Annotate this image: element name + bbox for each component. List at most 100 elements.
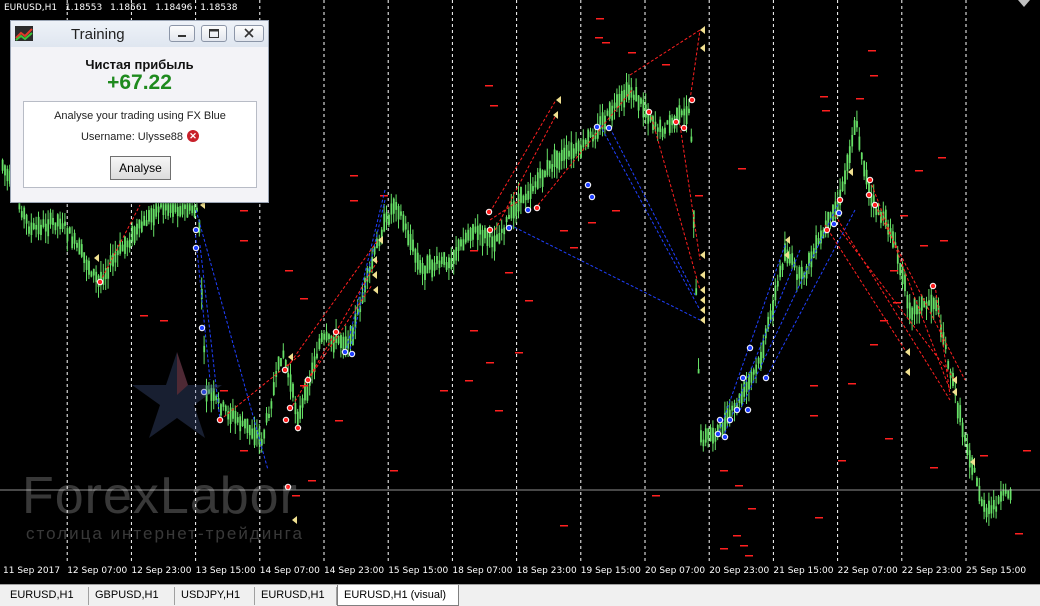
app-chart-icon <box>15 26 33 41</box>
order-level-marker <box>868 50 876 52</box>
order-level-marker <box>240 210 248 212</box>
order-level-marker <box>748 508 756 510</box>
chart-symbol: EURUSD,H1 <box>4 3 58 13</box>
close-button[interactable] <box>234 25 264 42</box>
chart-tab[interactable]: EURUSD,H1 <box>4 587 89 605</box>
candle-body <box>865 169 868 185</box>
order-close-arrow-icon <box>905 368 910 376</box>
sell-order-icon <box>837 197 843 203</box>
terminal-window: EURUSD,H1 1.18553 1.18561 1.18496 1.1853… <box>0 0 1040 606</box>
order-close-arrow-icon <box>288 353 293 361</box>
candle-body <box>956 402 959 419</box>
order-close-arrow-icon <box>700 316 705 324</box>
sell-order-icon <box>534 205 540 211</box>
training-dialog[interactable]: Training Чистая прибыль +67.22 Analyse y… <box>10 20 269 203</box>
candle-body <box>992 499 995 510</box>
candle-body <box>241 420 244 427</box>
sell-order-icon <box>97 279 103 285</box>
candle-body <box>445 262 448 270</box>
candle-body <box>700 430 702 443</box>
candle-body <box>294 403 297 415</box>
chart-tab[interactable]: GBPUSD,H1 <box>89 587 175 605</box>
buy-trade-line <box>599 124 701 311</box>
time-axis-label: 22 Sep 23:00 <box>901 566 962 576</box>
candle-body <box>35 224 38 230</box>
sell-order-icon <box>930 283 936 289</box>
candle-body <box>354 313 357 329</box>
candle-body <box>440 256 443 265</box>
minimize-button[interactable] <box>169 25 195 42</box>
order-level-marker <box>838 460 846 462</box>
candle-body <box>966 443 969 455</box>
candle-body <box>913 298 916 315</box>
dialog-titlebar[interactable]: Training <box>11 21 268 47</box>
buy-trade-line <box>349 199 386 351</box>
candle-body <box>541 170 544 187</box>
buy-order-icon <box>199 325 205 331</box>
buy-order-icon <box>831 221 837 227</box>
order-level-marker <box>140 315 148 317</box>
candle-body <box>944 345 947 350</box>
candle-body <box>611 105 614 121</box>
candle-body <box>661 128 664 138</box>
order-level-marker <box>820 96 828 98</box>
candle-body <box>774 285 777 301</box>
candle-body <box>121 244 124 252</box>
order-level-marker <box>810 415 818 417</box>
error-x-icon[interactable]: ✕ <box>187 130 200 142</box>
chart-tab[interactable]: USDJPY,H1 <box>175 587 255 605</box>
analyse-button[interactable]: Analyse <box>110 156 171 180</box>
candle-body <box>695 288 698 295</box>
candle-body <box>462 239 465 251</box>
time-axis-label: 20 Sep 07:00 <box>645 566 706 576</box>
candle-body <box>616 94 618 108</box>
candle-body <box>88 260 90 275</box>
candle-body <box>251 428 254 439</box>
candle-body <box>49 212 52 225</box>
candle-body <box>779 265 782 278</box>
candle-body <box>191 205 194 214</box>
candle-body <box>565 144 568 160</box>
candle-body <box>184 204 186 210</box>
order-level-marker <box>628 52 636 54</box>
chart-tab[interactable]: EURUSD,H1 <box>255 587 337 605</box>
candle-body <box>510 201 513 219</box>
sell-order-icon <box>824 227 830 233</box>
candle-body <box>460 239 462 247</box>
chart-close: 1.18538 <box>200 3 238 13</box>
candle-body <box>464 232 467 243</box>
candle-body <box>656 127 659 132</box>
sell-order-icon <box>689 97 695 103</box>
candle-body <box>4 165 6 176</box>
candle-body <box>697 369 700 374</box>
sell-trade-line <box>679 124 701 261</box>
candle-body <box>246 418 249 433</box>
sell-order-icon <box>305 377 311 383</box>
chart-tab[interactable]: EURUSD,H1 (visual) <box>337 585 459 606</box>
candle-body <box>323 333 326 340</box>
candle-body <box>373 246 376 255</box>
minimize-icon <box>178 35 186 37</box>
candle-body <box>666 120 669 125</box>
candle-body <box>222 401 225 407</box>
candle-body <box>416 252 419 270</box>
maximize-button[interactable] <box>201 25 227 42</box>
time-axis-label: 25 Sep 15:00 <box>966 566 1027 576</box>
candle-body <box>424 265 426 280</box>
candle-body <box>548 160 551 169</box>
candle-body <box>899 263 902 276</box>
candle-body <box>985 507 988 518</box>
candle-body <box>702 439 705 447</box>
buy-order-icon <box>506 225 512 231</box>
candle-body <box>320 332 323 343</box>
sell-order-icon <box>487 227 493 233</box>
candle-body <box>851 134 854 147</box>
order-level-marker <box>870 75 878 77</box>
candle-body <box>352 327 354 346</box>
chart-high: 1.18561 <box>110 3 148 13</box>
candle-body <box>640 98 642 104</box>
buy-order-icon <box>740 375 746 381</box>
candle-body <box>587 129 590 148</box>
candle-body <box>280 358 282 367</box>
order-level-marker <box>733 535 741 537</box>
